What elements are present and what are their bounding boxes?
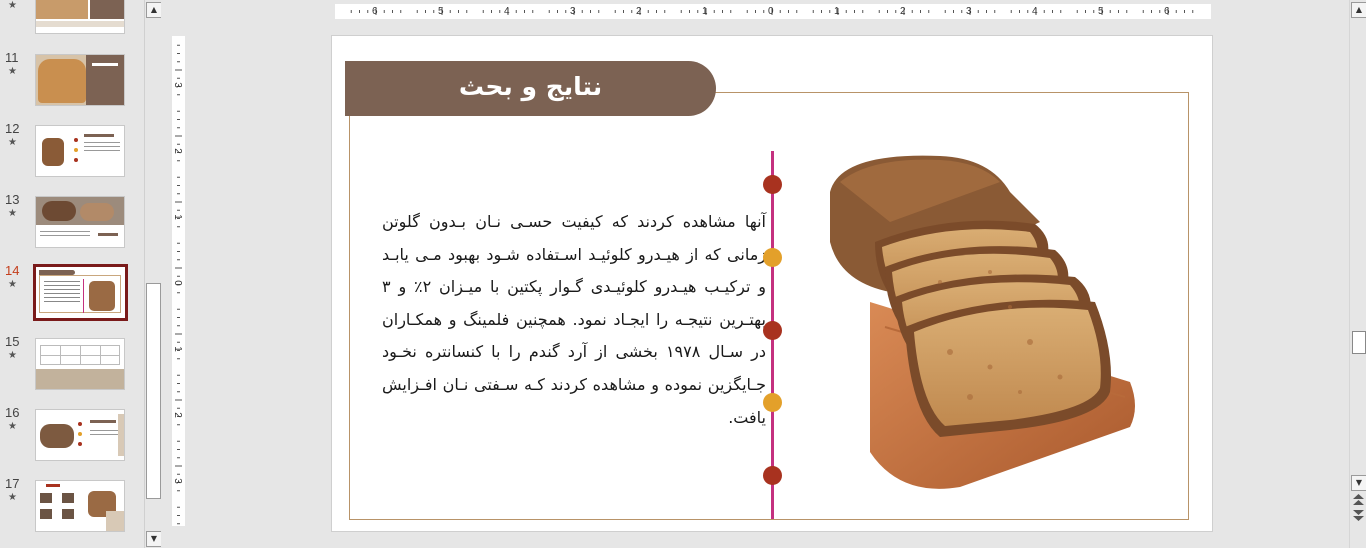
- bread-image[interactable]: [830, 152, 1135, 497]
- vertical-ruler[interactable]: 3 2 1 0 1 2 3: [172, 36, 185, 526]
- slide-thumbnail[interactable]: [35, 125, 125, 177]
- ruler-label: 5: [1098, 6, 1104, 17]
- ruler-label: 3: [570, 6, 576, 17]
- slide-thumbnail[interactable]: [35, 338, 125, 390]
- ruler-label: 1: [834, 6, 840, 17]
- timeline-dot: [763, 175, 782, 194]
- slide-thumbnail-pane: ★ 11 ★ 12 ★ 13 ★ 14 ★ 15 ★ 16 ★ 17 ★: [0, 0, 144, 548]
- ruler-label: 4: [504, 6, 510, 17]
- slide-thumbnail[interactable]: [35, 0, 125, 34]
- scrollbar-thumb[interactable]: [146, 283, 161, 499]
- editor-vertical-scrollbar[interactable]: ▲ ▼: [1349, 0, 1366, 548]
- transition-star-icon: ★: [8, 421, 17, 432]
- transition-star-icon: ★: [8, 66, 17, 77]
- ruler-label: 2: [171, 412, 183, 418]
- ruler-label: 3: [171, 82, 183, 88]
- slide-number: 11: [5, 50, 19, 65]
- scroll-up-button[interactable]: ▲: [1351, 2, 1366, 18]
- ruler-label: 0: [768, 6, 774, 17]
- scrollbar-thumb[interactable]: [1352, 331, 1366, 354]
- ruler-label: 4: [1032, 6, 1038, 17]
- slide-number: 14: [5, 263, 20, 278]
- slide-thumbnail[interactable]: [35, 54, 125, 106]
- slide-number: 15: [5, 334, 20, 349]
- slide-body-text[interactable]: آنها مشاهده کردند که کیفیت حسـی نـان بـد…: [382, 206, 766, 434]
- scroll-up-button[interactable]: ▲: [146, 2, 162, 18]
- thumbnail-scrollbar[interactable]: ▲ ▼: [144, 0, 162, 548]
- slide-thumbnail-selected[interactable]: [33, 264, 128, 321]
- ruler-label: 1: [171, 214, 183, 220]
- ruler-label: 0: [171, 280, 183, 286]
- slide-number: 16: [5, 405, 20, 420]
- slide-canvas[interactable]: نتایج و بحث آنها مشاهده کردند که کیفیت ح…: [331, 35, 1213, 532]
- ruler-label: 2: [900, 6, 906, 17]
- slide-thumbnail[interactable]: [35, 409, 125, 461]
- ruler-label: 6: [1164, 6, 1170, 17]
- transition-star-icon: ★: [8, 350, 17, 361]
- timeline-dot: [763, 248, 782, 267]
- ruler-label: 3: [966, 6, 972, 17]
- title-banner[interactable]: نتایج و بحث: [345, 61, 716, 116]
- transition-star-icon: ★: [8, 279, 17, 290]
- next-slide-icon[interactable]: [1353, 510, 1364, 522]
- transition-star-icon: ★: [8, 208, 17, 219]
- timeline-dot: [763, 321, 782, 340]
- timeline-dot: [763, 466, 782, 485]
- ruler-label: 1: [702, 6, 708, 17]
- ruler-label: 5: [438, 6, 444, 17]
- transition-star-icon: ★: [8, 0, 17, 11]
- horizontal-ruler[interactable]: 6 5 4 3 2 1 0 1 2 3 4 5 6: [335, 4, 1211, 19]
- ruler-label: 2: [636, 6, 642, 17]
- transition-star-icon: ★: [8, 137, 17, 148]
- slide-thumbnail[interactable]: [35, 196, 125, 248]
- ruler-label: 6: [372, 6, 378, 17]
- slide-thumbnail[interactable]: [35, 480, 125, 532]
- transition-star-icon: ★: [8, 492, 17, 503]
- slide-number: 13: [5, 192, 20, 207]
- timeline-dot: [763, 393, 782, 412]
- slide-title[interactable]: نتایج و بحث: [345, 61, 716, 116]
- scroll-down-button[interactable]: ▼: [1351, 475, 1366, 491]
- previous-slide-icon[interactable]: [1353, 494, 1364, 506]
- ruler-label: 2: [171, 148, 183, 154]
- slide-number: 12: [5, 121, 20, 136]
- ruler-label: 1: [171, 346, 183, 352]
- ruler-label: 3: [171, 478, 183, 484]
- slide-number: 17: [5, 476, 20, 491]
- scroll-down-button[interactable]: ▼: [146, 531, 162, 547]
